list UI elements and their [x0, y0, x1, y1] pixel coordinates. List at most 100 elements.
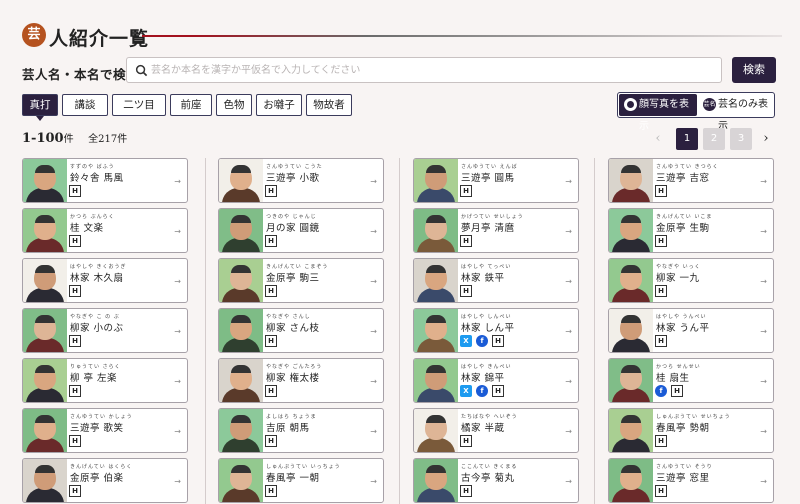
homepage-icon[interactable]: H: [655, 235, 667, 247]
tab-5[interactable]: お囃子: [256, 94, 302, 116]
homepage-icon[interactable]: H: [69, 235, 81, 247]
homepage-icon[interactable]: H: [265, 335, 277, 347]
facebook-icon[interactable]: f: [476, 335, 488, 347]
homepage-icon[interactable]: H: [265, 285, 277, 297]
page-3[interactable]: 3: [730, 128, 752, 150]
homepage-icon[interactable]: H: [460, 435, 472, 447]
performer-photo: [609, 459, 653, 502]
homepage-icon[interactable]: H: [655, 185, 667, 197]
performer-card[interactable]: すずのや ばふう 鈴々舎 馬風 H →: [22, 158, 188, 203]
performer-card[interactable]: やなぎや ごんたろう 柳家 権太楼 H →: [218, 358, 384, 403]
arrow-right-icon: →: [760, 427, 767, 436]
facebook-icon[interactable]: f: [476, 385, 488, 397]
tab-1[interactable]: 講談: [62, 94, 108, 116]
performer-card[interactable]: りゅうてい さらく柳 亭 左楽 H →: [22, 358, 188, 403]
performer-card[interactable]: かつら ぶんらく桂 文楽 H →: [22, 208, 188, 253]
homepage-icon[interactable]: H: [460, 185, 472, 197]
homepage-icon[interactable]: H: [655, 335, 667, 347]
page-title: 人紹介一覧: [49, 28, 150, 50]
performer-photo: [414, 209, 458, 252]
performer-card[interactable]: たちばなや へいぞう 橘家 半蔵 H →: [413, 408, 579, 453]
title-badge: 芸: [22, 23, 46, 47]
facebook-icon[interactable]: f: [655, 385, 667, 397]
homepage-icon[interactable]: H: [655, 485, 667, 497]
tab-6[interactable]: 物故者: [306, 94, 352, 116]
performer-card[interactable]: やなぎや いっく 柳家 一九 H →: [608, 258, 774, 303]
performer-card[interactable]: やなぎや さんし 柳家 さん枝 H →: [218, 308, 384, 353]
performer-card[interactable]: さんゆうてい そうり 三遊亭 窓里 H →: [608, 458, 774, 503]
performer-name: 鈴々舎 馬風: [70, 173, 124, 184]
performer-card[interactable]: さんゆうてい こうた 三遊亭 小歌 H →: [218, 158, 384, 203]
performer-photo: [219, 209, 263, 252]
x-twitter-icon[interactable]: X: [460, 385, 472, 397]
homepage-icon[interactable]: H: [265, 385, 277, 397]
arrow-right-icon: →: [370, 427, 377, 436]
homepage-icon[interactable]: H: [265, 235, 277, 247]
performer-card[interactable]: はやしや うんぺい 林家 うん平 H →: [608, 308, 774, 353]
performer-ruby: はやしや きんぺい: [461, 364, 512, 370]
performer-card[interactable]: きんげんてい はくらく 金原亭 伯楽 H →: [22, 458, 188, 503]
performer-card[interactable]: はやしや きんぺい 林家 錦平 Xf H →: [413, 358, 579, 403]
homepage-icon[interactable]: H: [69, 485, 81, 497]
search-button[interactable]: 検索: [732, 57, 776, 83]
performer-ruby: はやしや てっぺい: [461, 264, 512, 270]
performer-ruby: きんげんてい こまぞう: [266, 264, 329, 270]
performer-card[interactable]: よしはら ちょうま 吉原 朝馬 H →: [218, 408, 384, 453]
performer-card[interactable]: ここんてい きくまる 古今亭 菊丸 H →: [413, 458, 579, 503]
search-box[interactable]: [126, 57, 722, 83]
performer-card[interactable]: はやしや きくおうぎ 林家 木久扇 H →: [22, 258, 188, 303]
homepage-icon[interactable]: H: [492, 385, 504, 397]
performer-card[interactable]: さんゆうてい きつらく 三遊亭 吉窓 H →: [608, 158, 774, 203]
performer-ruby: きんげんてい はくらく: [70, 464, 133, 470]
performer-name: 三遊亭 吉窓: [656, 173, 710, 184]
performer-card[interactable]: はやしや てっぺい 林家 鉄平 H →: [413, 258, 579, 303]
performer-card[interactable]: きんげんてい こまぞう 金原亭 駒三 H →: [218, 258, 384, 303]
view-photo-button[interactable]: 顔写真を表示: [619, 94, 697, 132]
performer-card[interactable]: かげつてい せいしょう 夢月亭 清麿 H →: [413, 208, 579, 253]
search-input[interactable]: [151, 61, 711, 79]
page-1[interactable]: 1: [676, 128, 698, 150]
homepage-icon[interactable]: H: [460, 485, 472, 497]
homepage-icon[interactable]: H: [492, 335, 504, 347]
arrow-right-icon: →: [565, 477, 572, 486]
homepage-icon[interactable]: H: [265, 435, 277, 447]
homepage-icon[interactable]: H: [460, 235, 472, 247]
performer-card[interactable]: さんゆうてい かしょう 三遊亭 歌笑 H →: [22, 408, 188, 453]
homepage-icon[interactable]: H: [69, 435, 81, 447]
homepage-icon[interactable]: H: [265, 485, 277, 497]
performer-card[interactable]: はやしや しんぺい 林家 しん平 Xf H →: [413, 308, 579, 353]
homepage-icon[interactable]: H: [460, 285, 472, 297]
performer-name: 春風亭 一朝: [266, 473, 320, 484]
pagination-next-icon[interactable]: ›: [758, 130, 774, 148]
homepage-icon[interactable]: H: [69, 385, 81, 397]
page-2[interactable]: 2: [703, 128, 725, 150]
performer-card[interactable]: しゅんぷうてい せいちょう 春風亭 勢朝 H →: [608, 408, 774, 453]
performer-card[interactable]: しゅんぷうてい いっちょう 春風亭 一朝 H →: [218, 458, 384, 503]
homepage-icon[interactable]: H: [265, 185, 277, 197]
performer-card[interactable]: かつら せんせい桂 扇生 f H →: [608, 358, 774, 403]
homepage-icon[interactable]: H: [671, 385, 683, 397]
title-divider: [142, 35, 782, 37]
homepage-icon[interactable]: H: [69, 335, 81, 347]
performer-name: 林家 木久扇: [70, 273, 124, 284]
performer-card[interactable]: さんゆうてい えんば 三遊亭 圓馬 H →: [413, 158, 579, 203]
homepage-icon[interactable]: H: [69, 185, 81, 197]
x-twitter-icon[interactable]: X: [460, 335, 472, 347]
homepage-icon[interactable]: H: [655, 435, 667, 447]
pagination-prev-icon[interactable]: ‹: [650, 130, 666, 148]
performer-card[interactable]: やなぎや こ の ぶ柳家 小のぶ H →: [22, 308, 188, 353]
performer-name: 柳家 さん枝: [266, 323, 320, 334]
tab-3[interactable]: 前座: [170, 94, 212, 116]
performer-name: 月の家 圓鏡: [266, 223, 320, 234]
performer-card[interactable]: きんげんてい いこま 金原亭 生駒 H →: [608, 208, 774, 253]
column-divider: [399, 158, 400, 504]
performer-name: 吉原 朝馬: [266, 423, 310, 434]
view-name-only-button[interactable]: 芸名 芸名のみ表示: [700, 94, 774, 132]
arrow-right-icon: →: [565, 177, 572, 186]
tab-0[interactable]: 真打: [22, 94, 58, 121]
tab-4[interactable]: 色物: [216, 94, 252, 116]
performer-card[interactable]: つきのや じゃんじ 月の家 圓鏡 H →: [218, 208, 384, 253]
tab-2[interactable]: 二ツ目: [112, 94, 166, 116]
homepage-icon[interactable]: H: [655, 285, 667, 297]
homepage-icon[interactable]: H: [69, 285, 81, 297]
